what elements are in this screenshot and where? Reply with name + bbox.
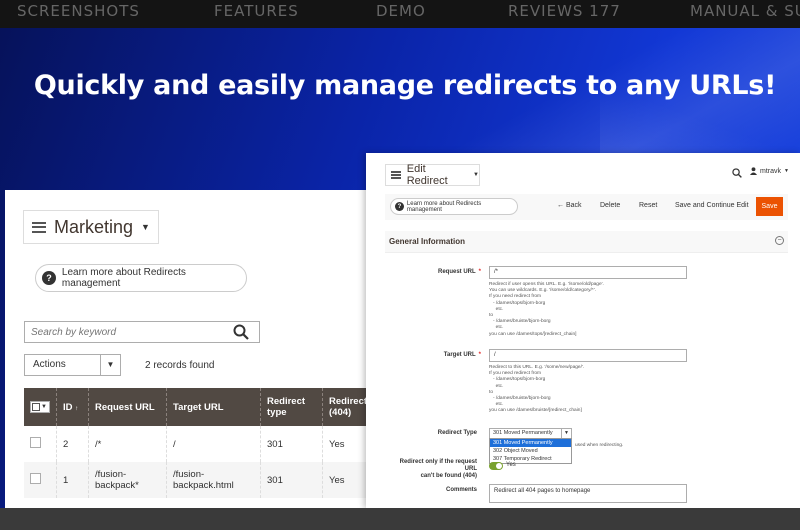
option-302[interactable]: 302 Object Moved [490, 447, 571, 455]
cell-id: 2 [56, 426, 89, 462]
cell-target-url: / [166, 426, 261, 462]
comments-label: Comments [445, 487, 477, 493]
redirects-grid-panel: Marketing ▼ ? Learn more about Redirects… [5, 190, 375, 508]
cell-redirect-type: 301 [260, 426, 323, 462]
edit-page-title: Edit Redirect [406, 163, 448, 187]
user-account-menu[interactable]: mtravk ▼ [750, 167, 789, 175]
search-icon[interactable] [233, 324, 249, 340]
redirects-table: ▼ ID ↑ Request URL Target URL Redirect t… [24, 388, 375, 498]
table-header-row: ▼ ID ↑ Request URL Target URL Redirect t… [24, 388, 375, 426]
chevron-down-icon: ▼ [561, 429, 571, 438]
column-header-id[interactable]: ID ↑ [56, 388, 89, 426]
table-row[interactable]: 2 /* / 301 Yes [24, 426, 375, 462]
nav-demo[interactable]: DEMO [376, 2, 426, 20]
column-header-target-url[interactable]: Target URL [166, 388, 261, 426]
hamburger-icon [32, 221, 46, 233]
edit-redirect-panel: Edit Redirect ▼ mtravk ▼ ? Learn more ab… [366, 153, 800, 508]
username: mtravk [760, 167, 781, 175]
page-title: Marketing [54, 216, 134, 237]
question-icon: ? [42, 271, 56, 285]
request-url-note: Redirect if user opens this URL. E.g. '/… [489, 282, 604, 337]
delete-button[interactable]: Delete [600, 202, 620, 209]
sort-arrow-icon: ↑ [75, 405, 79, 412]
edit-redirect-menu-header[interactable]: Edit Redirect ▼ [385, 163, 480, 187]
target-url-input[interactable]: / [489, 349, 687, 362]
row-checkbox[interactable] [30, 437, 41, 448]
mass-select-checkbox[interactable]: ▼ [30, 400, 50, 413]
actions-label: Actions [33, 359, 66, 370]
cell-request-url: /* [88, 426, 167, 462]
user-icon [750, 167, 757, 175]
learn-more-button[interactable]: ? Learn more about Redirects management [35, 264, 247, 292]
save-button[interactable]: Save [756, 197, 783, 216]
cell-id: 1 [56, 462, 89, 498]
hamburger-icon [391, 171, 401, 179]
option-307[interactable]: 307 Temporary Redirect [490, 455, 571, 463]
mass-select-header[interactable]: ▼ [24, 388, 57, 426]
target-url-label: Target URL * [443, 352, 481, 358]
redirect-type-label: Redirect Type [437, 430, 477, 436]
cell-request-url: /fusion-backpack* [88, 462, 167, 498]
nav-manual-support[interactable]: MANUAL & SUPPORT [690, 2, 800, 20]
records-count: 2 records found [145, 360, 215, 371]
option-301[interactable]: 301 Moved Permanently [490, 439, 571, 447]
caret-down-icon: ▼ [473, 172, 479, 178]
row-checkbox[interactable] [30, 473, 41, 484]
hero-headline: Quickly and easily manage redirects to a… [33, 70, 777, 101]
redirect-type-options: 301 Moved Permanently 302 Object Moved 3… [489, 438, 572, 464]
actions-dropdown[interactable]: Actions ▼ [24, 354, 121, 376]
top-navigation: SCREENSHOTS FEATURES DEMO REVIEWS 177 MA… [0, 0, 800, 28]
row-select-cell[interactable] [24, 462, 57, 498]
redirect-type-note: used when redirecting. [575, 443, 624, 448]
nav-reviews[interactable]: REVIEWS 177 [508, 2, 621, 20]
cell-target-url: /fusion-backpack.html [166, 462, 261, 498]
nav-features[interactable]: FEATURES [214, 2, 299, 20]
redirect-type-selected: 301 Moved Permanently [493, 430, 553, 436]
column-header-redirect-type[interactable]: Redirect type [260, 388, 323, 426]
caret-down-icon: ▼ [784, 168, 789, 174]
search-input[interactable] [24, 321, 260, 343]
table-row[interactable]: 1 /fusion-backpack* /fusion-backpack.htm… [24, 462, 375, 498]
learn-more-button[interactable]: ? Learn more about Redirects management [390, 198, 518, 215]
comments-textarea[interactable]: Redirect all 404 pages to homepage [489, 484, 687, 503]
learn-more-label: Learn more about Redirects management [406, 200, 482, 213]
bottom-strip [0, 508, 800, 530]
nav-screenshots[interactable]: SCREENSHOTS [17, 2, 140, 20]
back-button[interactable]: ← Back [557, 202, 582, 209]
save-continue-button[interactable]: Save and Continue Edit [675, 202, 749, 209]
collapse-icon[interactable]: − [775, 236, 784, 245]
only-404-toggle[interactable] [489, 462, 503, 470]
learn-more-label: Learn more about Redirects management [61, 267, 186, 289]
row-select-cell[interactable] [24, 426, 57, 462]
only-404-value: Yes [506, 462, 516, 468]
request-url-label: Request URL * [437, 269, 481, 275]
chevron-down-icon: ▼ [100, 355, 120, 375]
target-url-note: Redirect to this URL. E.g. '/some/new/pa… [489, 365, 585, 414]
cell-redirect-type: 301 [260, 462, 323, 498]
only-404-label: Redirect only if the request URL can't b… [399, 459, 477, 479]
request-url-input[interactable]: /* [489, 266, 687, 279]
caret-down-icon: ▼ [141, 222, 150, 232]
column-header-request-url[interactable]: Request URL [88, 388, 167, 426]
general-information-section[interactable]: General Information − [385, 231, 788, 253]
section-title: General Information [389, 237, 466, 246]
search-icon[interactable] [732, 168, 742, 178]
marketing-menu-header[interactable]: Marketing ▼ [23, 210, 159, 244]
page-actions-toolbar: ? Learn more about Redirects management … [385, 194, 788, 220]
reset-button[interactable]: Reset [639, 202, 657, 209]
question-icon: ? [395, 202, 404, 211]
